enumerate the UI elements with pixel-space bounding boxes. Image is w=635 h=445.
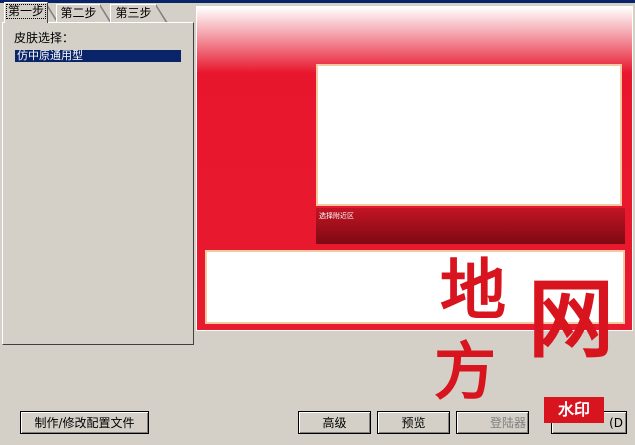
skin-list-item[interactable]: 仿中原通用型: [15, 50, 181, 62]
tab-step-3[interactable]: 第三步: [110, 4, 156, 23]
preview-status-bar: 选择附近区: [316, 208, 625, 244]
tab-step-2-edge-fill: [99, 5, 110, 23]
preview-main-panel: [316, 64, 622, 206]
skin-selection-title: 皮肤选择：: [14, 31, 75, 45]
skin-selection-panel: 皮肤选择： 仿中原通用型: [2, 22, 194, 345]
tab-step-1[interactable]: 第一步: [4, 2, 48, 23]
config-file-button[interactable]: 制作/修改配置文件: [20, 411, 149, 434]
tab-step-3-edge-fill: [155, 5, 166, 23]
launcher-button[interactable]: 登陆器: [456, 411, 529, 434]
skin-preview: 选择附近区: [196, 6, 633, 331]
tab-step-3-label: 第三步: [115, 6, 152, 20]
tab-step-2-label: 第二步: [60, 6, 97, 20]
preview-status-caption: 选择附近区: [319, 212, 354, 220]
watermark-char: 方: [434, 335, 497, 408]
tab-step-1-label: 第一步: [5, 4, 46, 19]
preview-bottom-panel: [205, 250, 625, 324]
advanced-button[interactable]: 高级: [298, 411, 371, 434]
tab-step-2[interactable]: 第二步: [56, 4, 100, 23]
next-button[interactable]: (D: [551, 411, 627, 434]
window-top-strip: [0, 0, 635, 3]
preview-button[interactable]: 预览: [377, 411, 450, 434]
skin-list[interactable]: 仿中原通用型: [15, 50, 181, 62]
